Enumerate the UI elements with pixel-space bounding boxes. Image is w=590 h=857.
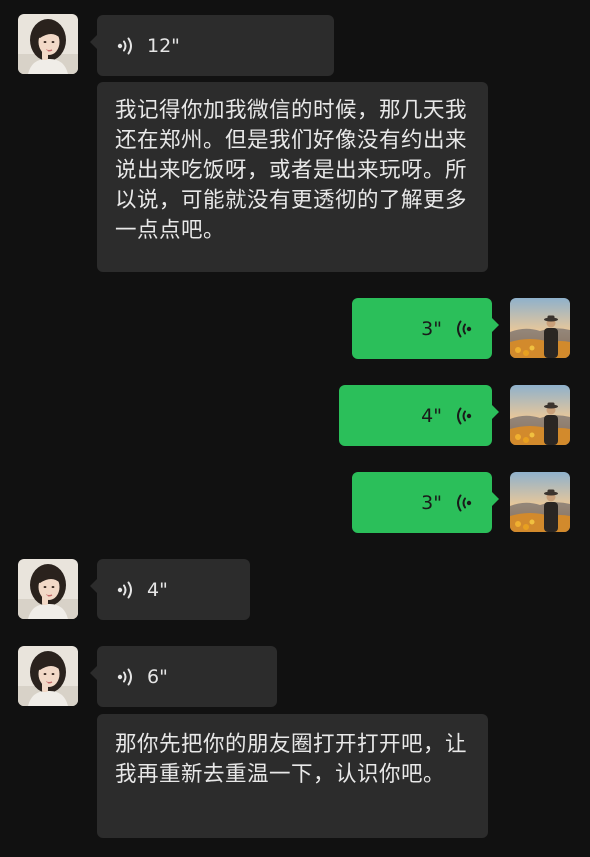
voice-duration: 12" xyxy=(147,34,180,57)
voice-wave-icon xyxy=(454,406,472,426)
contact-avatar-image xyxy=(18,646,78,706)
voice-wave-icon xyxy=(454,493,472,513)
my-avatar[interactable] xyxy=(510,298,570,358)
text-message-bubble[interactable]: 我记得你加我微信的时候，那几天我还在郑州。但是我们好像没有约出来说出来吃饭呀，或… xyxy=(97,82,488,272)
my-avatar-image xyxy=(510,472,570,532)
voice-wave-icon xyxy=(117,580,135,600)
voice-wave-icon xyxy=(117,667,135,687)
voice-wave-icon xyxy=(454,319,472,339)
contact-avatar[interactable] xyxy=(18,646,78,706)
voice-duration: 3" xyxy=(421,491,442,514)
voice-duration: 6" xyxy=(147,665,168,688)
contact-avatar[interactable] xyxy=(18,559,78,619)
voice-message-bubble[interactable]: 4" xyxy=(339,385,499,446)
contact-avatar-image xyxy=(18,559,78,619)
text-message-bubble[interactable]: 那你先把你的朋友圈打开打开吧，让我再重新去重温一下，认识你吧。 xyxy=(97,714,488,838)
voice-message-bubble[interactable]: 3" xyxy=(352,472,499,533)
voice-duration: 4" xyxy=(421,404,442,427)
my-avatar-image xyxy=(510,298,570,358)
voice-duration: 3" xyxy=(421,317,442,340)
voice-duration: 4" xyxy=(147,578,168,601)
voice-wave-icon xyxy=(117,36,135,56)
contact-avatar-image xyxy=(18,14,78,74)
my-avatar-image xyxy=(510,385,570,445)
voice-message-bubble[interactable]: 12" xyxy=(90,15,334,76)
message-text: 我记得你加我微信的时候，那几天我还在郑州。但是我们好像没有约出来说出来吃饭呀，或… xyxy=(115,98,468,243)
contact-avatar[interactable] xyxy=(18,14,78,74)
my-avatar[interactable] xyxy=(510,385,570,445)
my-avatar[interactable] xyxy=(510,472,570,532)
message-text: 那你先把你的朋友圈打开打开吧，让我再重新去重温一下，认识你吧。 xyxy=(115,732,468,787)
voice-message-bubble[interactable]: 6" xyxy=(90,646,277,707)
voice-message-bubble[interactable]: 3" xyxy=(352,298,499,359)
voice-message-bubble[interactable]: 4" xyxy=(90,559,250,620)
